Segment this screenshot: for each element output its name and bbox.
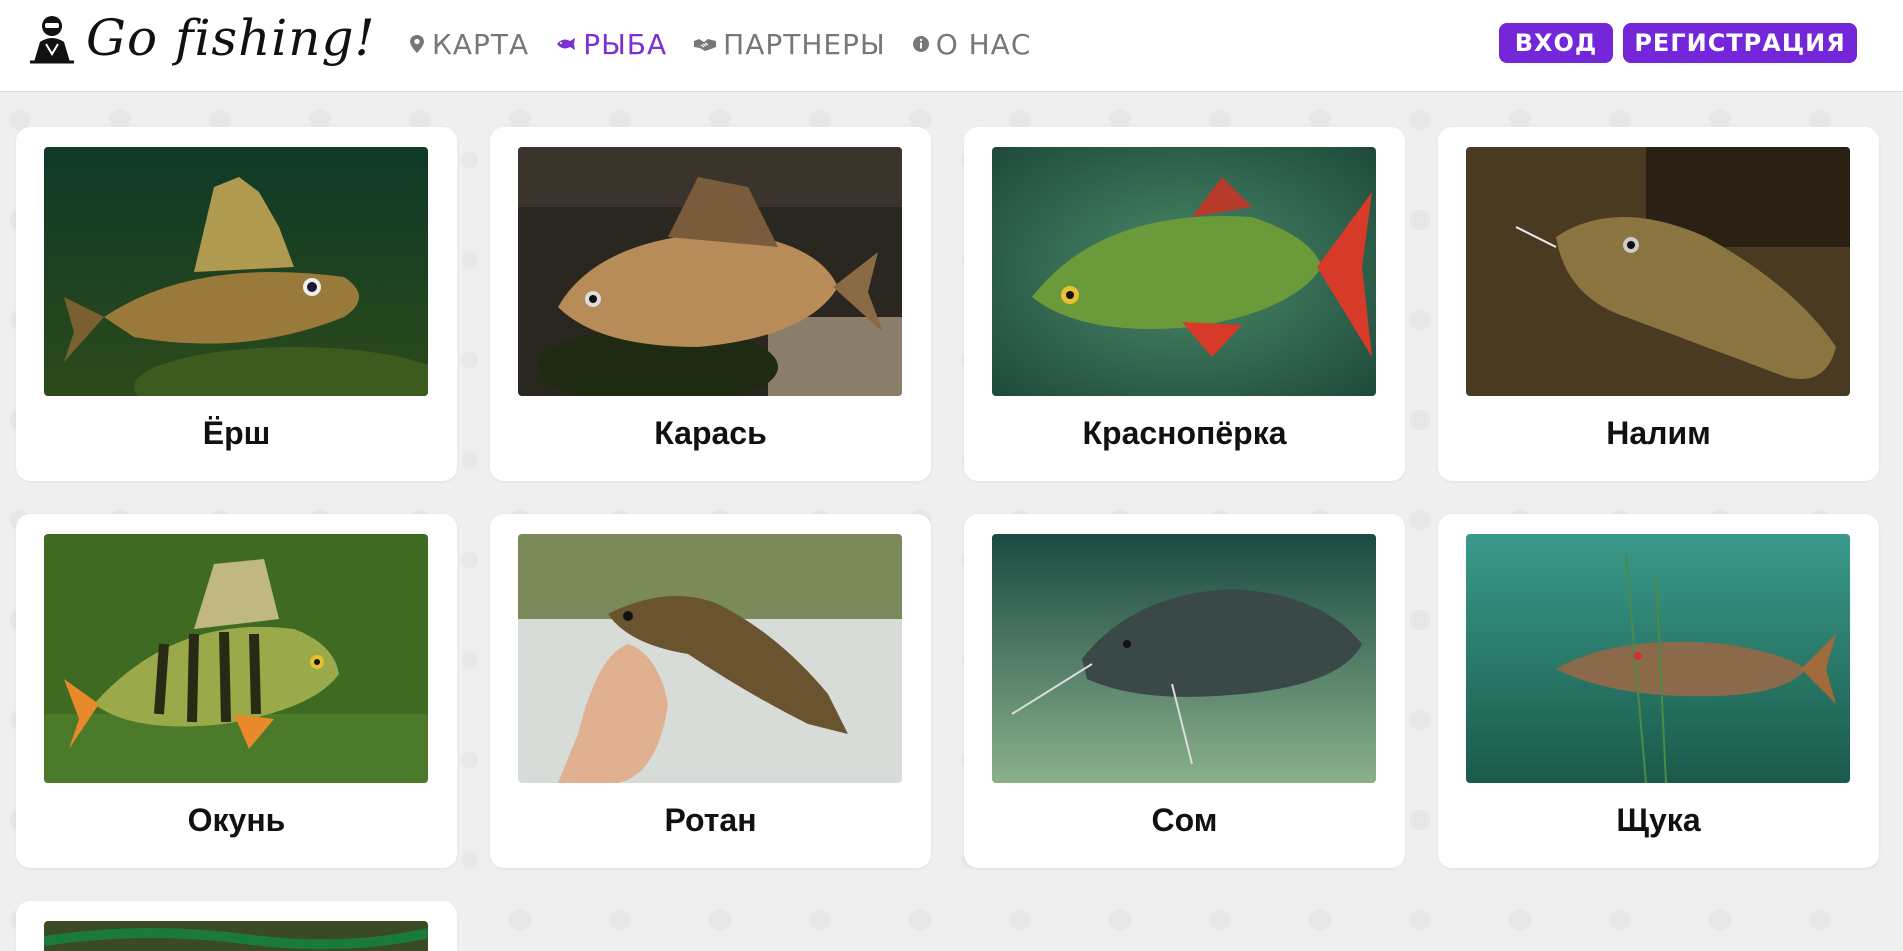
fish-photo-ruff [44,147,428,396]
fish-photo-crucian [518,147,902,396]
brand-name: Go fishing! [86,9,376,67]
map-pin-icon [410,35,424,53]
nav-item-about[interactable]: О НАС [912,28,1032,61]
nav-item-map[interactable]: КАРТА [408,28,529,61]
fish-name: Сом [1151,802,1218,838]
fish-photo-catfish [992,534,1376,783]
fish-card-catfish[interactable]: Сом [964,514,1405,868]
nav-item-fish[interactable]: РЫБА [555,28,667,61]
fish-name: Карась [654,415,767,451]
fish-name: Ротан [664,802,757,838]
nav-label-map: КАРТА [432,27,530,61]
fish-name: Краснопёрка [1082,415,1287,451]
fish-name: Налим [1606,415,1711,451]
fish-card-rotan[interactable]: Ротан [490,514,931,868]
fish-card-pike[interactable]: Щука [1438,514,1879,868]
fish-photo-rudd [992,147,1376,396]
nav-label-partners: ПАРТНЕРЫ [723,27,886,61]
fish-card-crucian[interactable]: Карась [490,127,931,481]
fish-icon [557,38,576,50]
login-button[interactable]: ВХОД [1499,23,1613,63]
fish-card-rudd[interactable]: Краснопёрка [964,127,1405,481]
fish-photo-partial [44,921,428,951]
fish-name: Щука [1616,802,1701,838]
fish-name: Окунь [187,802,286,838]
info-icon [912,36,929,52]
main-nav: КАРТА РЫБА ПАРТНЕРЫ О НАС [408,24,1057,64]
register-button[interactable]: РЕГИСТРАЦИЯ [1623,23,1857,63]
fish-card-ruff[interactable]: Ёрш [16,127,457,481]
nav-item-partners[interactable]: ПАРТНЕРЫ [693,28,886,61]
site-header: Go fishing! КАРТА РЫБА ПАРТНЕРЫ О НАС ВХ… [0,0,1903,92]
nav-label-fish: РЫБА [583,27,668,61]
fish-name: Ёрш [202,415,271,451]
fish-photo-burbot [1466,147,1850,396]
fish-photo-perch [44,534,428,783]
fish-card-perch[interactable]: Окунь [16,514,457,868]
fish-card-burbot[interactable]: Налим [1438,127,1879,481]
fish-card-partial[interactable] [16,901,457,951]
brand-logo[interactable]: Go fishing! [26,9,376,67]
fish-photo-pike [1466,534,1850,783]
fisherman-logo-icon [30,16,74,64]
fish-photo-rotan [518,534,902,783]
nav-label-about: О НАС [935,27,1032,61]
handshake-icon [694,39,717,51]
